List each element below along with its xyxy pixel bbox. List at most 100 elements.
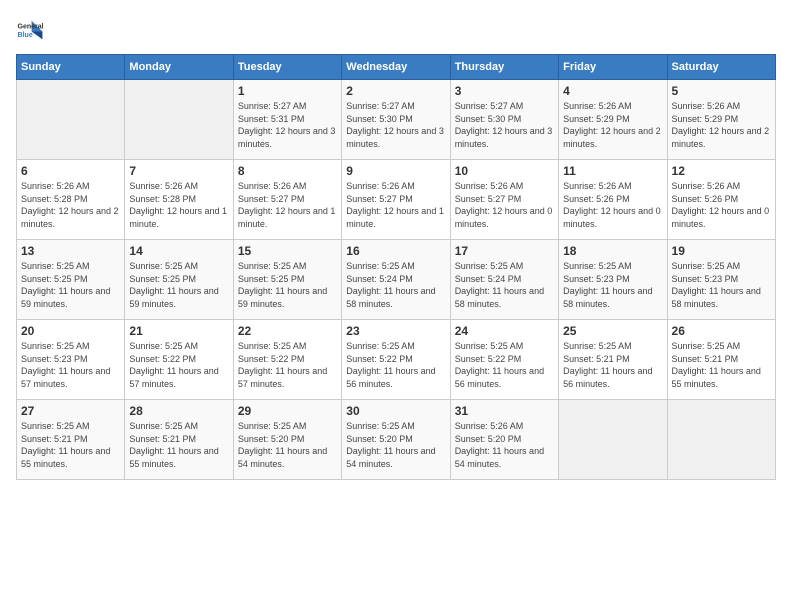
cell-info: Sunrise: 5:26 AM Sunset: 5:27 PM Dayligh… [346,180,445,230]
cell-date: 12 [672,164,771,178]
calendar-cell: 13 Sunrise: 5:25 AM Sunset: 5:25 PM Dayli… [17,240,125,320]
cell-info: Sunrise: 5:25 AM Sunset: 5:21 PM Dayligh… [21,420,120,470]
cell-info: Sunrise: 5:25 AM Sunset: 5:23 PM Dayligh… [672,260,771,310]
cell-info: Sunrise: 5:27 AM Sunset: 5:31 PM Dayligh… [238,100,337,150]
cell-date: 19 [672,244,771,258]
header-cell-tuesday: Tuesday [233,55,341,80]
cell-date: 29 [238,404,337,418]
cell-info: Sunrise: 5:25 AM Sunset: 5:20 PM Dayligh… [346,420,445,470]
calendar-cell: 7 Sunrise: 5:26 AM Sunset: 5:28 PM Daylig… [125,160,233,240]
cell-info: Sunrise: 5:25 AM Sunset: 5:20 PM Dayligh… [238,420,337,470]
cell-info: Sunrise: 5:26 AM Sunset: 5:28 PM Dayligh… [21,180,120,230]
header-cell-saturday: Saturday [667,55,775,80]
header: General Blue [16,16,776,44]
calendar-table: SundayMondayTuesdayWednesdayThursdayFrid… [16,54,776,480]
cell-info: Sunrise: 5:26 AM Sunset: 5:26 PM Dayligh… [672,180,771,230]
calendar-cell: 25Sunrise: 5:25 AM Sunset: 5:21 PM Dayli… [559,320,667,400]
calendar-cell [667,400,775,480]
cell-info: Sunrise: 5:25 AM Sunset: 5:22 PM Dayligh… [455,340,554,390]
header-cell-sunday: Sunday [17,55,125,80]
calendar-cell: 3Sunrise: 5:27 AM Sunset: 5:30 PM Daylig… [450,80,558,160]
cell-date: 13 [21,244,120,258]
calendar-cell: 11Sunrise: 5:26 AM Sunset: 5:26 PM Dayli… [559,160,667,240]
cell-info: Sunrise: 5:26 AM Sunset: 5:29 PM Dayligh… [672,100,771,150]
header-cell-wednesday: Wednesday [342,55,450,80]
calendar-cell: 4 Sunrise: 5:26 AM Sunset: 5:29 PM Daylig… [559,80,667,160]
calendar-week-5: 27 Sunrise: 5:25 AM Sunset: 5:21 PM Dayli… [17,400,776,480]
calendar-cell: 30 Sunrise: 5:25 AM Sunset: 5:20 PM Dayli… [342,400,450,480]
cell-date: 24 [455,324,554,338]
cell-date: 3 [455,84,554,98]
cell-info: Sunrise: 5:25 AM Sunset: 5:25 PM Dayligh… [129,260,228,310]
calendar-cell: 6Sunrise: 5:26 AM Sunset: 5:28 PM Daylig… [17,160,125,240]
calendar-week-1: 1 Sunrise: 5:27 AM Sunset: 5:31 PM Daylig… [17,80,776,160]
calendar-cell: 10 Sunrise: 5:26 AM Sunset: 5:27 PM Dayli… [450,160,558,240]
cell-date: 26 [672,324,771,338]
cell-info: Sunrise: 5:26 AM Sunset: 5:27 PM Dayligh… [455,180,554,230]
calendar-cell [17,80,125,160]
cell-date: 8 [238,164,337,178]
cell-date: 10 [455,164,554,178]
calendar-cell: 16Sunrise: 5:25 AM Sunset: 5:24 PM Dayli… [342,240,450,320]
calendar-cell: 9 Sunrise: 5:26 AM Sunset: 5:27 PM Daylig… [342,160,450,240]
svg-text:General: General [18,23,44,30]
cell-date: 23 [346,324,445,338]
calendar-cell: 24 Sunrise: 5:25 AM Sunset: 5:22 PM Dayli… [450,320,558,400]
calendar-cell [125,80,233,160]
calendar-cell: 22Sunrise: 5:25 AM Sunset: 5:22 PM Dayli… [233,320,341,400]
calendar-cell: 27 Sunrise: 5:25 AM Sunset: 5:21 PM Dayli… [17,400,125,480]
calendar-cell: 31Sunrise: 5:26 AM Sunset: 5:20 PM Dayli… [450,400,558,480]
calendar-cell: 17 Sunrise: 5:25 AM Sunset: 5:24 PM Dayli… [450,240,558,320]
cell-date: 4 [563,84,662,98]
calendar-cell: 2 Sunrise: 5:27 AM Sunset: 5:30 PM Daylig… [342,80,450,160]
cell-date: 17 [455,244,554,258]
cell-date: 14 [129,244,228,258]
cell-date: 20 [21,324,120,338]
cell-info: Sunrise: 5:25 AM Sunset: 5:24 PM Dayligh… [455,260,554,310]
cell-date: 21 [129,324,228,338]
cell-date: 18 [563,244,662,258]
logo: General Blue [16,16,44,44]
calendar-cell: 8 Sunrise: 5:26 AM Sunset: 5:27 PM Daylig… [233,160,341,240]
cell-date: 11 [563,164,662,178]
cell-date: 22 [238,324,337,338]
cell-info: Sunrise: 5:25 AM Sunset: 5:22 PM Dayligh… [129,340,228,390]
calendar-cell: 15Sunrise: 5:25 AM Sunset: 5:25 PM Dayli… [233,240,341,320]
header-cell-thursday: Thursday [450,55,558,80]
cell-info: Sunrise: 5:25 AM Sunset: 5:23 PM Dayligh… [563,260,662,310]
calendar-cell: 19 Sunrise: 5:25 AM Sunset: 5:23 PM Dayli… [667,240,775,320]
cell-date: 7 [129,164,228,178]
logo-icon: General Blue [16,16,44,44]
calendar-week-2: 6Sunrise: 5:26 AM Sunset: 5:28 PM Daylig… [17,160,776,240]
cell-info: Sunrise: 5:25 AM Sunset: 5:21 PM Dayligh… [129,420,228,470]
calendar-cell: 12 Sunrise: 5:26 AM Sunset: 5:26 PM Dayli… [667,160,775,240]
cell-date: 5 [672,84,771,98]
header-cell-friday: Friday [559,55,667,80]
calendar-cell: 5 Sunrise: 5:26 AM Sunset: 5:29 PM Daylig… [667,80,775,160]
cell-date: 15 [238,244,337,258]
cell-info: Sunrise: 5:27 AM Sunset: 5:30 PM Dayligh… [346,100,445,150]
calendar-body: 1 Sunrise: 5:27 AM Sunset: 5:31 PM Daylig… [17,80,776,480]
cell-date: 27 [21,404,120,418]
calendar-header: SundayMondayTuesdayWednesdayThursdayFrid… [17,55,776,80]
cell-info: Sunrise: 5:25 AM Sunset: 5:25 PM Dayligh… [21,260,120,310]
cell-date: 2 [346,84,445,98]
calendar-cell: 29 Sunrise: 5:25 AM Sunset: 5:20 PM Dayli… [233,400,341,480]
cell-info: Sunrise: 5:26 AM Sunset: 5:27 PM Dayligh… [238,180,337,230]
cell-info: Sunrise: 5:26 AM Sunset: 5:28 PM Dayligh… [129,180,228,230]
cell-info: Sunrise: 5:25 AM Sunset: 5:24 PM Dayligh… [346,260,445,310]
cell-date: 31 [455,404,554,418]
cell-date: 25 [563,324,662,338]
svg-text:Blue: Blue [18,32,33,39]
calendar-cell: 26Sunrise: 5:25 AM Sunset: 5:21 PM Dayli… [667,320,775,400]
calendar-cell: 14 Sunrise: 5:25 AM Sunset: 5:25 PM Dayli… [125,240,233,320]
calendar-cell: 23Sunrise: 5:25 AM Sunset: 5:22 PM Dayli… [342,320,450,400]
calendar-cell: 20Sunrise: 5:25 AM Sunset: 5:23 PM Dayli… [17,320,125,400]
header-row: SundayMondayTuesdayWednesdayThursdayFrid… [17,55,776,80]
cell-date: 1 [238,84,337,98]
cell-date: 9 [346,164,445,178]
cell-info: Sunrise: 5:26 AM Sunset: 5:29 PM Dayligh… [563,100,662,150]
calendar-cell: 18 Sunrise: 5:25 AM Sunset: 5:23 PM Dayli… [559,240,667,320]
header-cell-monday: Monday [125,55,233,80]
cell-date: 30 [346,404,445,418]
